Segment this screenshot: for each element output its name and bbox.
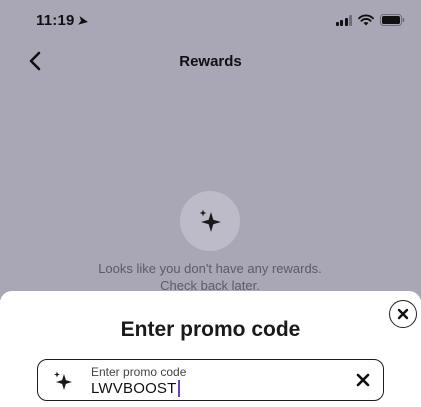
- promo-code-text: LWVBOOST: [91, 380, 177, 397]
- promo-code-value[interactable]: LWVBOOST: [91, 380, 180, 397]
- battery-icon: [380, 14, 405, 26]
- empty-state-badge: [180, 191, 240, 251]
- empty-state-message: Looks like you don't have any rewards. C…: [98, 261, 322, 293]
- clock-text: 11:19: [36, 12, 75, 29]
- sheet-title: Enter promo code: [120, 318, 301, 341]
- promo-code-label: Enter promo code: [91, 365, 187, 379]
- status-time: 11:19 ➤: [36, 12, 89, 29]
- sparkle-icon: [199, 209, 221, 232]
- sparkle-icon: [54, 371, 72, 390]
- text-cursor: [177, 380, 180, 397]
- promo-code-input[interactable]: Enter promo code LWVBOOST: [37, 359, 384, 401]
- page-title: Rewards: [179, 53, 242, 70]
- navigation-bar: Rewards: [0, 42, 421, 82]
- wifi-icon: [358, 14, 374, 26]
- status-bar: 11:19 ➤: [0, 0, 421, 42]
- clear-icon[interactable]: [356, 373, 370, 387]
- status-icons: [335, 14, 406, 26]
- cellular-signal-icon: [335, 14, 352, 26]
- location-arrow-icon: ➤: [76, 13, 89, 29]
